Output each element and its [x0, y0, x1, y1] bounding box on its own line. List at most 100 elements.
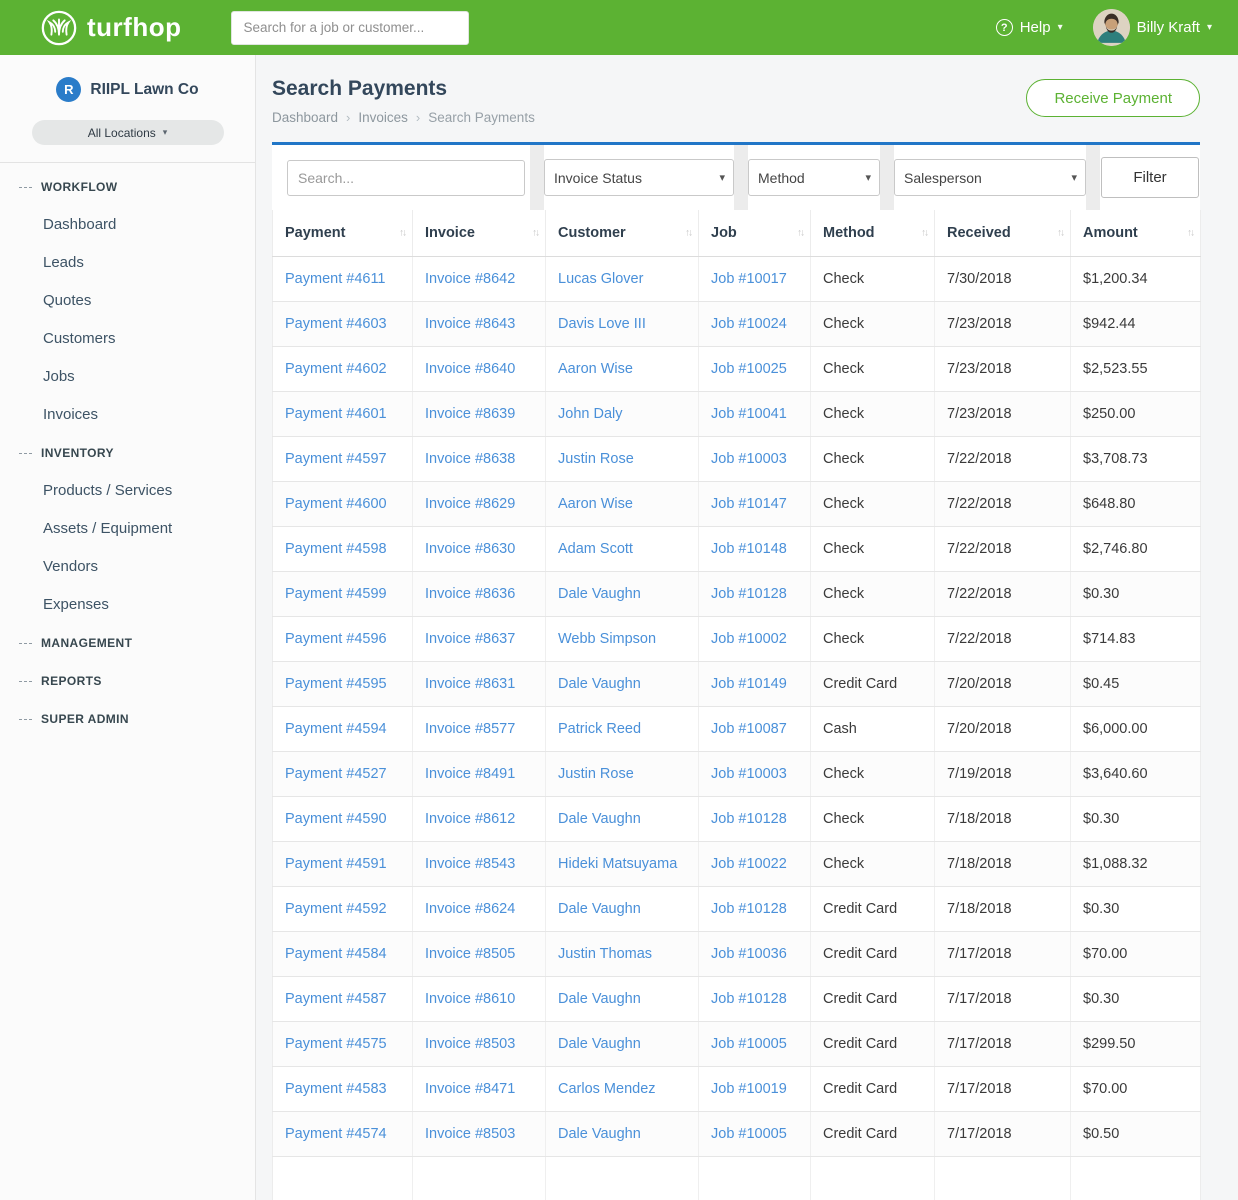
job-link[interactable]: Job #10128 — [711, 811, 787, 827]
payment-link[interactable]: Payment #4590 — [285, 811, 387, 827]
invoice-link[interactable]: Invoice #8503 — [425, 1036, 515, 1052]
job-link[interactable]: Job #10036 — [711, 946, 787, 962]
payment-link[interactable]: Payment #4596 — [285, 631, 387, 647]
location-selector[interactable]: All Locations ▾ — [32, 120, 224, 145]
payment-link[interactable]: Payment #4575 — [285, 1036, 387, 1052]
invoice-link[interactable]: Invoice #8639 — [425, 406, 515, 422]
customer-link[interactable]: Davis Love III — [558, 316, 646, 332]
sort-icon[interactable]: ↑↓ — [685, 228, 691, 239]
payment-link[interactable]: Payment #4594 — [285, 721, 387, 737]
payment-link[interactable]: Payment #4592 — [285, 901, 387, 917]
payment-link[interactable]: Payment #4595 — [285, 676, 387, 692]
invoice-link[interactable]: Invoice #8624 — [425, 901, 515, 917]
job-link[interactable]: Job #10025 — [711, 361, 787, 377]
sidebar-item[interactable]: Leads — [0, 243, 255, 281]
sort-icon[interactable]: ↑↓ — [1187, 228, 1193, 239]
sidebar-item[interactable]: Quotes — [0, 281, 255, 319]
customer-link[interactable]: Dale Vaughn — [558, 991, 641, 1007]
user-menu[interactable]: Billy Kraft ▾ — [1093, 9, 1212, 46]
sort-icon[interactable]: ↑↓ — [921, 228, 927, 239]
payment-link[interactable]: Payment #4583 — [285, 1081, 387, 1097]
breadcrumb-invoices[interactable]: Invoices — [358, 110, 408, 125]
column-header-payment[interactable]: Payment↑↓ — [273, 210, 413, 257]
invoice-link[interactable]: Invoice #8643 — [425, 316, 515, 332]
customer-link[interactable]: Dale Vaughn — [558, 586, 641, 602]
job-link[interactable]: Job #10128 — [711, 991, 787, 1007]
invoice-status-select[interactable]: Invoice Status — [544, 159, 734, 196]
customer-link[interactable]: Dale Vaughn — [558, 811, 641, 827]
customer-link[interactable]: Webb Simpson — [558, 631, 656, 647]
customer-link[interactable]: Dale Vaughn — [558, 901, 641, 917]
method-select[interactable]: Method — [748, 159, 880, 196]
job-link[interactable]: Job #10128 — [711, 901, 787, 917]
payments-search-input[interactable] — [287, 160, 525, 196]
payment-link[interactable]: Payment #4584 — [285, 946, 387, 962]
sidebar-item[interactable]: Customers — [0, 319, 255, 357]
payment-link[interactable]: Payment #4587 — [285, 991, 387, 1007]
payment-link[interactable]: Payment #4602 — [285, 361, 387, 377]
column-header-method[interactable]: Method↑↓ — [811, 210, 935, 257]
job-link[interactable]: Job #10017 — [711, 271, 787, 287]
customer-link[interactable]: Adam Scott — [558, 541, 633, 557]
customer-link[interactable]: Hideki Matsuyama — [558, 856, 677, 872]
payment-link[interactable]: Payment #4598 — [285, 541, 387, 557]
customer-link[interactable]: John Daly — [558, 406, 622, 422]
column-header-received[interactable]: Received↑↓ — [935, 210, 1071, 257]
customer-link[interactable]: Aaron Wise — [558, 361, 633, 377]
sidebar-section-header[interactable]: REPORTS — [0, 661, 255, 699]
job-link[interactable]: Job #10024 — [711, 316, 787, 332]
salesperson-select[interactable]: Salesperson — [894, 159, 1086, 196]
payment-link[interactable]: Payment #4574 — [285, 1126, 387, 1142]
invoice-link[interactable]: Invoice #8631 — [425, 676, 515, 692]
brand-logo[interactable]: turfhop — [40, 9, 181, 47]
invoice-link[interactable]: Invoice #8505 — [425, 946, 515, 962]
job-link[interactable]: Job #10003 — [711, 766, 787, 782]
sort-icon[interactable]: ↑↓ — [797, 228, 803, 239]
invoice-link[interactable]: Invoice #8640 — [425, 361, 515, 377]
job-link[interactable]: Job #10087 — [711, 721, 787, 737]
sidebar-item[interactable]: Dashboard — [0, 205, 255, 243]
receive-payment-button[interactable]: Receive Payment — [1026, 79, 1200, 117]
job-link[interactable]: Job #10022 — [711, 856, 787, 872]
payment-link[interactable]: Payment #4601 — [285, 406, 387, 422]
sidebar-section-header[interactable]: MANAGEMENT — [0, 623, 255, 661]
payment-link[interactable]: Payment #4591 — [285, 856, 387, 872]
sort-icon[interactable]: ↑↓ — [399, 228, 405, 239]
customer-link[interactable]: Justin Thomas — [558, 946, 652, 962]
sidebar-item[interactable]: Products / Services — [0, 471, 255, 509]
sidebar-item[interactable]: Jobs — [0, 357, 255, 395]
sidebar-item[interactable]: Invoices — [0, 395, 255, 433]
job-link[interactable]: Job #10149 — [711, 676, 787, 692]
invoice-link[interactable]: Invoice #8471 — [425, 1081, 515, 1097]
job-link[interactable]: Job #10005 — [711, 1036, 787, 1052]
global-search-input[interactable] — [231, 11, 469, 45]
job-link[interactable]: Job #10041 — [711, 406, 787, 422]
job-link[interactable]: Job #10019 — [711, 1081, 787, 1097]
payment-link[interactable]: Payment #4597 — [285, 451, 387, 467]
column-header-invoice[interactable]: Invoice↑↓ — [413, 210, 546, 257]
customer-link[interactable]: Dale Vaughn — [558, 1126, 641, 1142]
invoice-link[interactable]: Invoice #8503 — [425, 1126, 515, 1142]
job-link[interactable]: Job #10148 — [711, 541, 787, 557]
invoice-link[interactable]: Invoice #8642 — [425, 271, 515, 287]
sidebar-section-header[interactable]: WORKFLOW — [0, 167, 255, 205]
payment-link[interactable]: Payment #4599 — [285, 586, 387, 602]
payment-link[interactable]: Payment #4611 — [285, 271, 386, 287]
invoice-link[interactable]: Invoice #8637 — [425, 631, 515, 647]
invoice-link[interactable]: Invoice #8630 — [425, 541, 515, 557]
customer-link[interactable]: Carlos Mendez — [558, 1081, 656, 1097]
filter-button[interactable]: Filter — [1101, 157, 1199, 198]
payment-link[interactable]: Payment #4603 — [285, 316, 387, 332]
invoice-link[interactable]: Invoice #8543 — [425, 856, 515, 872]
customer-link[interactable]: Patrick Reed — [558, 721, 641, 737]
sort-icon[interactable]: ↑↓ — [532, 228, 538, 239]
invoice-link[interactable]: Invoice #8612 — [425, 811, 515, 827]
sidebar-section-header[interactable]: INVENTORY — [0, 433, 255, 471]
customer-link[interactable]: Dale Vaughn — [558, 1036, 641, 1052]
customer-link[interactable]: Aaron Wise — [558, 496, 633, 512]
job-link[interactable]: Job #10002 — [711, 631, 787, 647]
sidebar-item[interactable]: Assets / Equipment — [0, 509, 255, 547]
column-header-job[interactable]: Job↑↓ — [699, 210, 811, 257]
invoice-link[interactable]: Invoice #8629 — [425, 496, 515, 512]
job-link[interactable]: Job #10003 — [711, 451, 787, 467]
